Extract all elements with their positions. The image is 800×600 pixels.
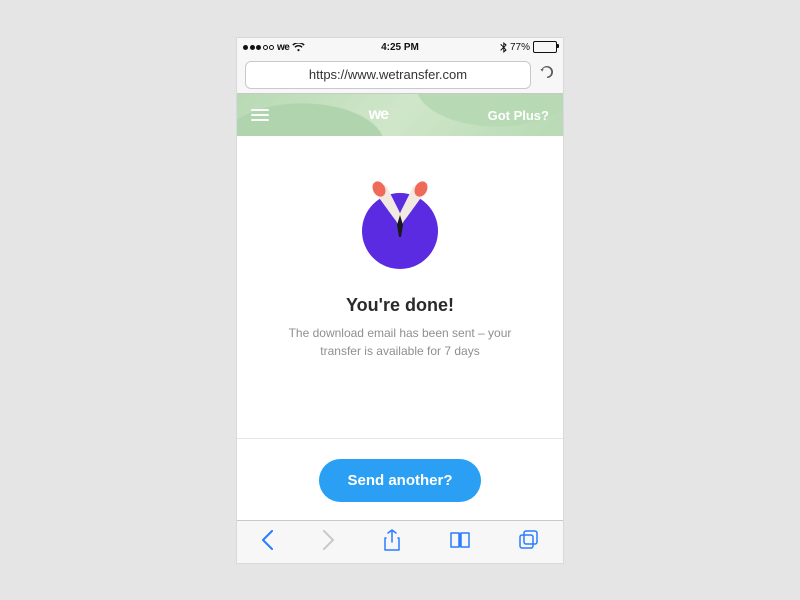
done-title: You're done! — [346, 295, 454, 316]
wifi-icon — [292, 43, 305, 52]
battery-pct: 77% — [510, 42, 530, 53]
reload-icon[interactable] — [539, 64, 555, 85]
done-subtitle: The download email has been sent – your … — [280, 324, 520, 360]
page-content: You're done! The download email has been… — [237, 135, 563, 521]
url-field[interactable]: https://www.wetransfer.com — [245, 61, 531, 89]
menu-icon[interactable] — [251, 109, 269, 121]
carrier-label: we — [277, 42, 289, 53]
forward-icon — [322, 530, 335, 555]
card-footer: Send another? — [237, 438, 563, 521]
clock: 4:25 PM — [381, 42, 419, 53]
safari-url-bar: https://www.wetransfer.com — [237, 56, 563, 94]
arms-up-icon — [355, 181, 445, 271]
back-icon[interactable] — [261, 530, 274, 555]
tabs-icon[interactable] — [519, 530, 539, 555]
confirmation-panel: You're done! The download email has been… — [237, 135, 563, 438]
site-header: we Got Plus? — [237, 94, 563, 136]
signal-dots-icon — [243, 45, 274, 50]
url-text: https://www.wetransfer.com — [309, 67, 467, 82]
battery-icon — [533, 41, 557, 53]
send-another-button[interactable]: Send another? — [319, 459, 480, 502]
bookmarks-icon[interactable] — [449, 531, 471, 554]
get-plus-link[interactable]: Got Plus? — [488, 108, 549, 123]
bluetooth-icon — [500, 42, 507, 53]
wetransfer-logo[interactable]: we — [369, 106, 388, 124]
phone-frame: we 4:25 PM 77% https://www.wetransfer.co… — [237, 38, 563, 563]
share-icon[interactable] — [383, 529, 401, 556]
safari-tab-bar — [237, 520, 563, 563]
ios-status-bar: we 4:25 PM 77% — [237, 38, 563, 56]
